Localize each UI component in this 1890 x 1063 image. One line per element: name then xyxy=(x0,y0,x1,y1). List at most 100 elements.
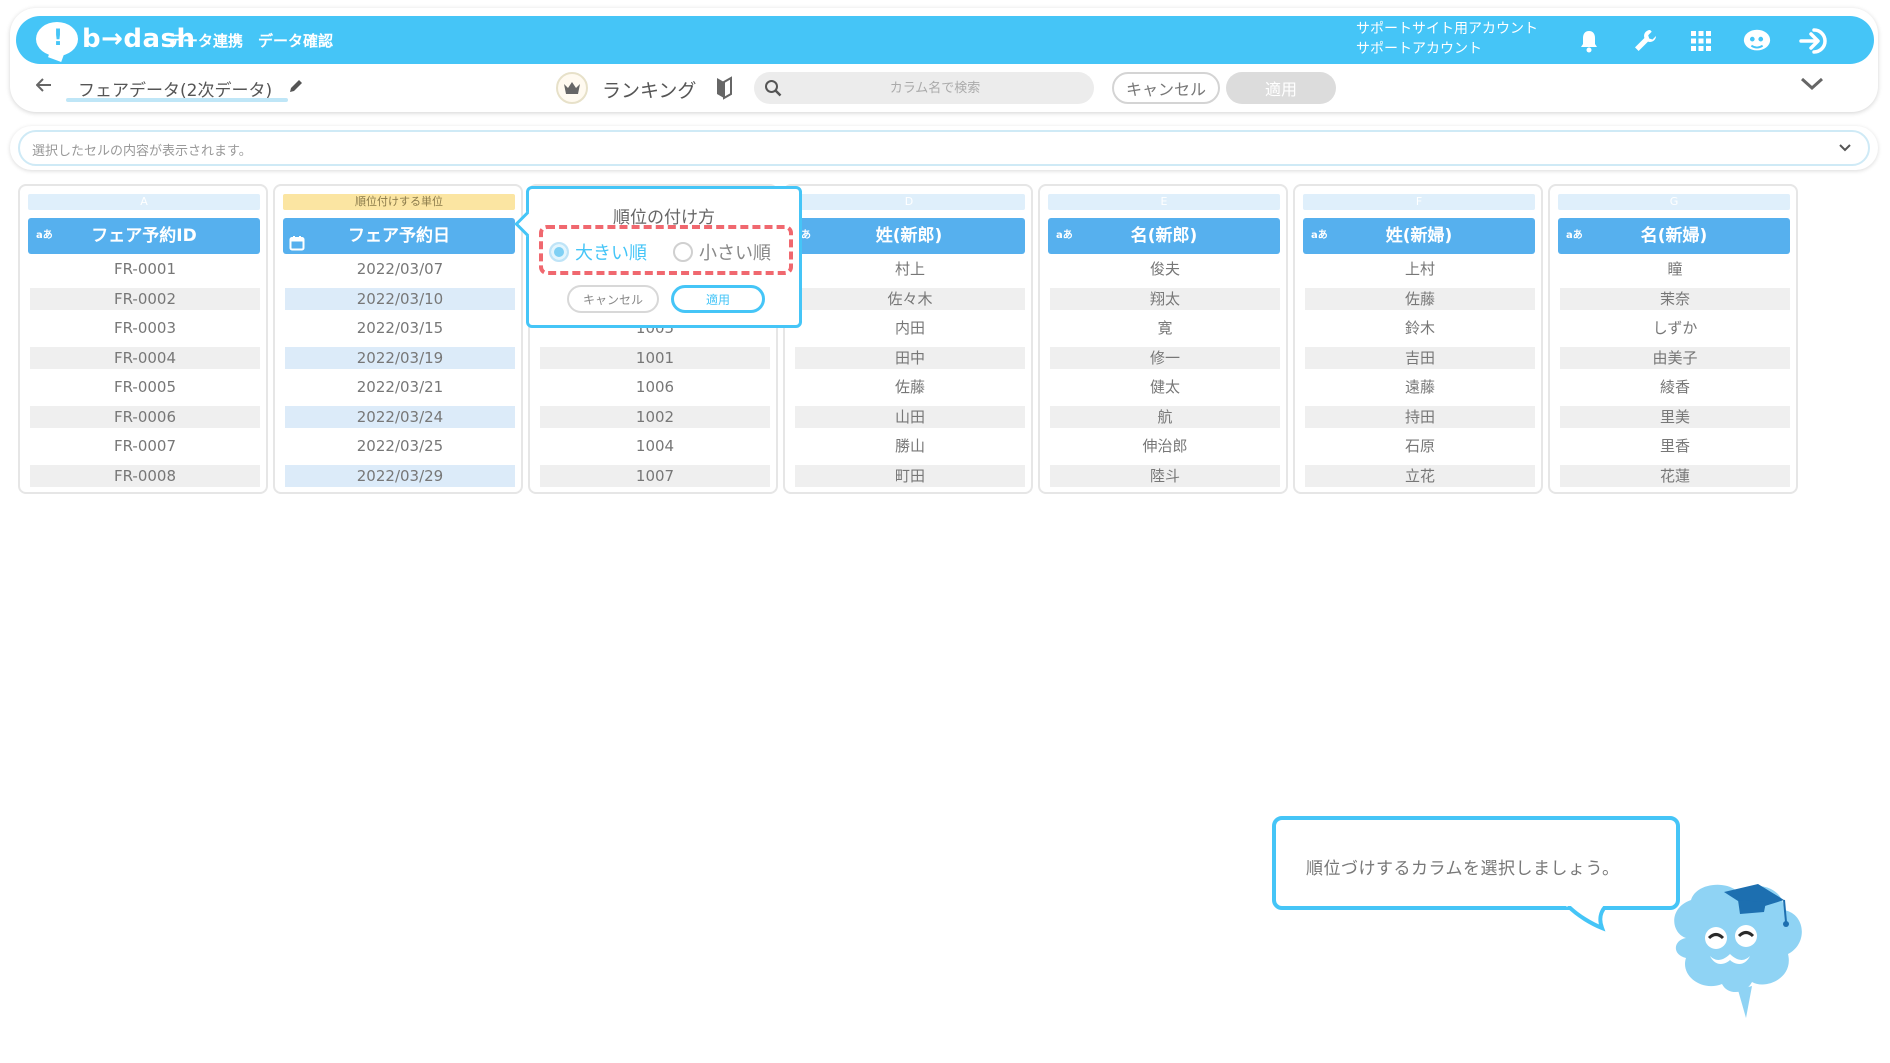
column-cells: 村上 佐々木 内田 田中 佐藤 山田 勝山 町田 xyxy=(795,258,1025,494)
cell[interactable]: 遠藤 xyxy=(1305,376,1535,398)
cell[interactable]: しずか xyxy=(1560,317,1790,339)
beginner-mark-icon[interactable] xyxy=(715,76,733,104)
cell[interactable]: FR-0007 xyxy=(30,435,260,457)
title-underline xyxy=(66,98,288,102)
popover-apply-button[interactable]: 適用 xyxy=(671,285,765,313)
cell[interactable]: 2022/03/25 xyxy=(285,435,515,457)
mascot-character xyxy=(1666,878,1816,1027)
bdash-logo[interactable]: ! b→dash xyxy=(36,22,195,58)
cell[interactable]: 村上 xyxy=(795,258,1025,280)
cell[interactable]: 2022/03/19 xyxy=(285,346,515,369)
cell[interactable]: 2022/03/24 xyxy=(285,405,515,428)
chevron-down-icon[interactable] xyxy=(1800,76,1824,95)
mode-label: ランキング xyxy=(602,80,697,102)
column-d[interactable]: D あ 姓(新郎) 村上 佐々木 内田 田中 佐藤 山田 勝山 町田 xyxy=(783,184,1033,494)
text-type-icon: aあ xyxy=(1566,230,1583,241)
cell[interactable]: 上村 xyxy=(1305,258,1535,280)
cell[interactable]: 石原 xyxy=(1305,435,1535,457)
cell[interactable]: FR-0003 xyxy=(30,317,260,339)
cell[interactable]: 2022/03/29 xyxy=(285,464,515,487)
cell[interactable]: 2022/03/10 xyxy=(285,287,515,310)
cell[interactable]: 内田 xyxy=(795,317,1025,339)
cell[interactable]: 勝山 xyxy=(795,435,1025,457)
column-b[interactable]: 順位付けする単位 フェア予約日 2022/03/07 2022/03/10 20… xyxy=(273,184,523,494)
cell[interactable]: 1001 xyxy=(540,346,770,369)
cell[interactable]: 吉田 xyxy=(1305,346,1535,369)
cell[interactable]: 綾香 xyxy=(1560,376,1790,398)
cell[interactable]: FR-0002 xyxy=(30,287,260,310)
cell-content-bar[interactable]: 選択したセルの内容が表示されます。 xyxy=(18,130,1870,166)
search-input[interactable] xyxy=(790,72,1080,104)
column-f[interactable]: F aあ 姓(新婦) 上村 佐藤 鈴木 吉田 遠藤 持田 石原 立花 xyxy=(1293,184,1543,494)
column-header[interactable]: フェア予約日 xyxy=(283,218,515,254)
search-icon xyxy=(764,79,782,101)
column-letter: F xyxy=(1303,194,1535,210)
cell[interactable]: FR-0008 xyxy=(30,464,260,487)
cancel-button[interactable]: キャンセル xyxy=(1112,72,1220,104)
radio-selected-icon xyxy=(549,242,569,262)
cell[interactable]: 町田 xyxy=(795,464,1025,487)
radio-label: 小さい順 xyxy=(699,243,771,264)
cell[interactable]: 田中 xyxy=(795,346,1025,369)
column-e[interactable]: E aあ 名(新郎) 俊夫 翔太 寛 修一 健太 航 伸治郎 陸斗 xyxy=(1038,184,1288,494)
cell[interactable]: 里香 xyxy=(1560,435,1790,457)
cell[interactable]: 陸斗 xyxy=(1050,464,1280,487)
grid-icon[interactable] xyxy=(1686,26,1716,56)
bell-icon[interactable] xyxy=(1574,26,1604,56)
apply-button[interactable]: 適用 xyxy=(1226,72,1336,104)
cell[interactable]: 寛 xyxy=(1050,317,1280,339)
cell[interactable]: 鈴木 xyxy=(1305,317,1535,339)
cell[interactable]: 航 xyxy=(1050,405,1280,428)
back-arrow-icon[interactable] xyxy=(35,76,52,97)
cell[interactable]: 2022/03/21 xyxy=(285,376,515,398)
column-header[interactable]: aあ 姓(新婦) xyxy=(1303,218,1535,254)
cell[interactable]: 由美子 xyxy=(1560,346,1790,369)
chevron-down-icon[interactable] xyxy=(1838,138,1852,157)
cell[interactable]: 持田 xyxy=(1305,405,1535,428)
cell[interactable]: 2022/03/07 xyxy=(285,258,515,280)
column-a[interactable]: A aあ フェア予約ID FR-0001 FR-0002 FR-0003 FR-… xyxy=(18,184,268,494)
radio-descending[interactable]: 大きい順 xyxy=(549,239,647,265)
column-header[interactable]: あ 姓(新郎) xyxy=(793,218,1025,254)
cell[interactable]: 瞳 xyxy=(1560,258,1790,280)
mascot-face-icon[interactable] xyxy=(1742,26,1772,56)
cell[interactable]: 1006 xyxy=(540,376,770,398)
cell[interactable]: 翔太 xyxy=(1050,287,1280,310)
cell[interactable]: FR-0001 xyxy=(30,258,260,280)
cell[interactable]: 山田 xyxy=(795,405,1025,428)
cell[interactable]: 佐藤 xyxy=(795,376,1025,398)
cell[interactable]: 花蓮 xyxy=(1560,464,1790,487)
cell[interactable]: 立花 xyxy=(1305,464,1535,487)
column-header[interactable]: aあ 名(新郎) xyxy=(1048,218,1280,254)
cell[interactable]: 佐藤 xyxy=(1305,287,1535,310)
pencil-icon[interactable] xyxy=(288,78,304,98)
radio-ascending[interactable]: 小さい順 xyxy=(673,239,771,265)
cell[interactable]: 2022/03/15 xyxy=(285,317,515,339)
column-header-label: 姓(新婦) xyxy=(1385,226,1453,246)
ranking-unit-tag: 順位付けする単位 xyxy=(283,194,515,210)
cell[interactable]: FR-0006 xyxy=(30,405,260,428)
column-header[interactable]: aあ フェア予約ID xyxy=(28,218,260,254)
account-info[interactable]: サポートサイト用アカウント サポートアカウント xyxy=(1356,19,1538,59)
cell[interactable]: 茉奈 xyxy=(1560,287,1790,310)
cell[interactable]: 伸治郎 xyxy=(1050,435,1280,457)
cell[interactable]: 修一 xyxy=(1050,346,1280,369)
logout-icon[interactable] xyxy=(1798,26,1828,56)
popover-cancel-button[interactable]: キャンセル xyxy=(567,285,659,313)
cell[interactable]: 1002 xyxy=(540,405,770,428)
cell[interactable]: 俊夫 xyxy=(1050,258,1280,280)
cell[interactable]: 1004 xyxy=(540,435,770,457)
cell[interactable]: FR-0005 xyxy=(30,376,260,398)
cell[interactable]: FR-0004 xyxy=(30,346,260,369)
hint-balloon: 順位づけするカラムを選択しましょう。 xyxy=(1272,816,1680,932)
nav-data-check[interactable]: データ確認 xyxy=(258,30,333,51)
column-header-label: 名(新婦) xyxy=(1640,226,1708,246)
cell[interactable]: 里美 xyxy=(1560,405,1790,428)
cell[interactable]: 佐々木 xyxy=(795,287,1025,310)
cell[interactable]: 健太 xyxy=(1050,376,1280,398)
wrench-icon[interactable] xyxy=(1630,26,1660,56)
column-g[interactable]: G aあ 名(新婦) 瞳 茉奈 しずか 由美子 綾香 里美 里香 花蓮 xyxy=(1548,184,1798,494)
nav-data-integration[interactable]: データ連携 xyxy=(168,30,243,51)
cell[interactable]: 1007 xyxy=(540,464,770,487)
column-header[interactable]: aあ 名(新婦) xyxy=(1558,218,1790,254)
